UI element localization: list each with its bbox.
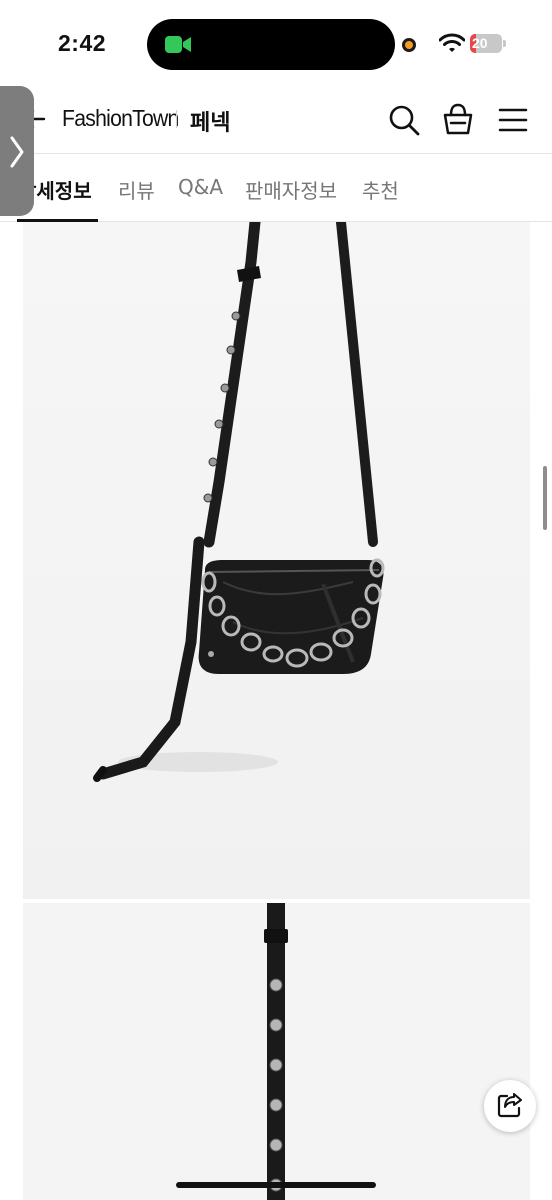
battery-icon: 20 (470, 34, 506, 53)
scroll-indicator[interactable] (543, 466, 547, 530)
facetime-video-icon (165, 36, 191, 53)
brand-divider (176, 110, 177, 128)
share-icon (497, 1093, 522, 1118)
side-panel-handle[interactable] (0, 86, 34, 216)
shop-name[interactable]: 페넥 (190, 105, 230, 137)
status-bar: 2:42 20 (0, 0, 552, 86)
status-time: 2:42 (58, 30, 107, 56)
tab-reviews[interactable]: 리뷰 (118, 175, 155, 204)
tab-recommendations[interactable]: 추천 (362, 175, 399, 204)
app-header: FashionTown 페넥 (0, 86, 552, 154)
product-tabs: 상세정보 리뷰 Q&A 판매자정보 추천 (0, 155, 552, 222)
home-indicator[interactable] (176, 1182, 376, 1188)
chevron-right-icon (10, 136, 24, 168)
recording-indicator (402, 38, 416, 52)
dynamic-island[interactable] (147, 19, 395, 70)
battery-level: 20 (472, 35, 488, 51)
product-image-strap-detail (23, 903, 530, 1200)
share-button[interactable] (484, 1080, 536, 1132)
hamburger-menu-icon[interactable] (498, 107, 528, 133)
tab-qna[interactable]: Q&A (178, 175, 223, 199)
brand-logo[interactable]: FashionTown (62, 105, 179, 132)
search-icon[interactable] (388, 104, 420, 136)
tab-seller-info[interactable]: 판매자정보 (245, 175, 337, 204)
shopping-bag-icon[interactable] (442, 102, 474, 136)
product-image-bag (23, 222, 530, 899)
wifi-icon (439, 33, 465, 52)
